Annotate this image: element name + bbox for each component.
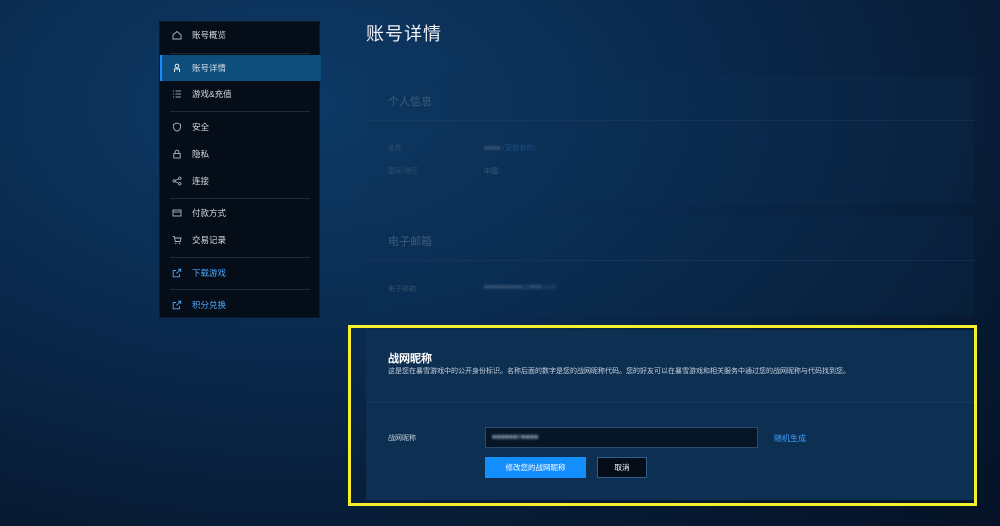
- personal-info-card: 个人信息 名称 ■■■■ (更新名称) 国家/地区 中国: [366, 76, 974, 204]
- sidebar-item-privacy[interactable]: 隐私: [160, 141, 319, 167]
- divider: [366, 120, 974, 121]
- sidebar-item-label: 隐私: [192, 149, 210, 159]
- list-icon: [171, 88, 183, 100]
- sidebar-item-label: 游戏&充值: [192, 89, 232, 99]
- external-link-icon: [171, 267, 183, 279]
- sidebar-item-label: 安全: [192, 122, 210, 132]
- name-label: 名称: [388, 145, 402, 152]
- country-value: 中国: [484, 168, 498, 175]
- sidebar-item-account-details[interactable]: 账号详情: [160, 55, 321, 81]
- personal-info-title: 个人信息: [388, 96, 432, 108]
- sidebar-item-label: 账号详情: [192, 63, 227, 73]
- name-value: ■■■■ (更新名称): [484, 143, 536, 153]
- sidebar-item-download-games[interactable]: 下载游戏: [160, 260, 319, 286]
- share-icon: [171, 175, 183, 187]
- email-title: 电子邮箱: [388, 236, 432, 248]
- sidebar-item-security[interactable]: 安全: [160, 114, 319, 140]
- divider: [170, 111, 310, 112]
- highlight-box: [348, 325, 977, 506]
- sidebar-item-account-overview[interactable]: 账号概览: [160, 22, 319, 48]
- sidebar-item-label: 连接: [192, 176, 210, 186]
- name-value-text: ■■■■: [484, 145, 501, 152]
- sidebar-item-label: 下载游戏: [192, 268, 227, 278]
- divider: [170, 289, 310, 290]
- sidebar-item-label: 积分兑换: [192, 300, 227, 310]
- sidebar-item-connections[interactable]: 连接: [160, 168, 319, 194]
- sidebar-item-label: 账号概览: [192, 30, 227, 40]
- lock-icon: [171, 148, 183, 160]
- email-card: 电子邮箱 电子邮箱 ■■■■■■■■■@■■■.com: [366, 216, 974, 316]
- person-icon: [171, 62, 183, 74]
- email-value: ■■■■■■■■■@■■■.com: [484, 284, 558, 291]
- cart-icon: [171, 234, 183, 246]
- sidebar-item-payment-methods[interactable]: 付款方式: [160, 200, 319, 226]
- shield-icon: [171, 121, 183, 133]
- sidebar-item-points-redeem[interactable]: 积分兑换: [160, 292, 319, 318]
- update-name-link[interactable]: (更新名称): [503, 145, 536, 152]
- email-label: 电子邮箱: [388, 286, 416, 293]
- page-title: 账号详情: [366, 24, 442, 44]
- divider: [170, 198, 310, 199]
- divider: [170, 53, 310, 54]
- external-link-icon: [171, 299, 183, 311]
- sidebar-item-label: 交易记录: [192, 235, 227, 245]
- divider: [170, 257, 310, 258]
- divider: [366, 260, 974, 261]
- sidebar-item-transactions[interactable]: 交易记录: [160, 227, 319, 253]
- sidebar-nav: 账号概览 账号详情 游戏&充值 安全 隐私 连接 付款方式 交易记录 下载游戏 …: [159, 21, 321, 318]
- card-icon: [171, 207, 183, 219]
- home-icon: [171, 29, 183, 41]
- sidebar-item-label: 付款方式: [192, 208, 227, 218]
- sidebar-item-games-recharge[interactable]: 游戏&充值: [160, 81, 319, 107]
- country-label: 国家/地区: [388, 168, 418, 175]
